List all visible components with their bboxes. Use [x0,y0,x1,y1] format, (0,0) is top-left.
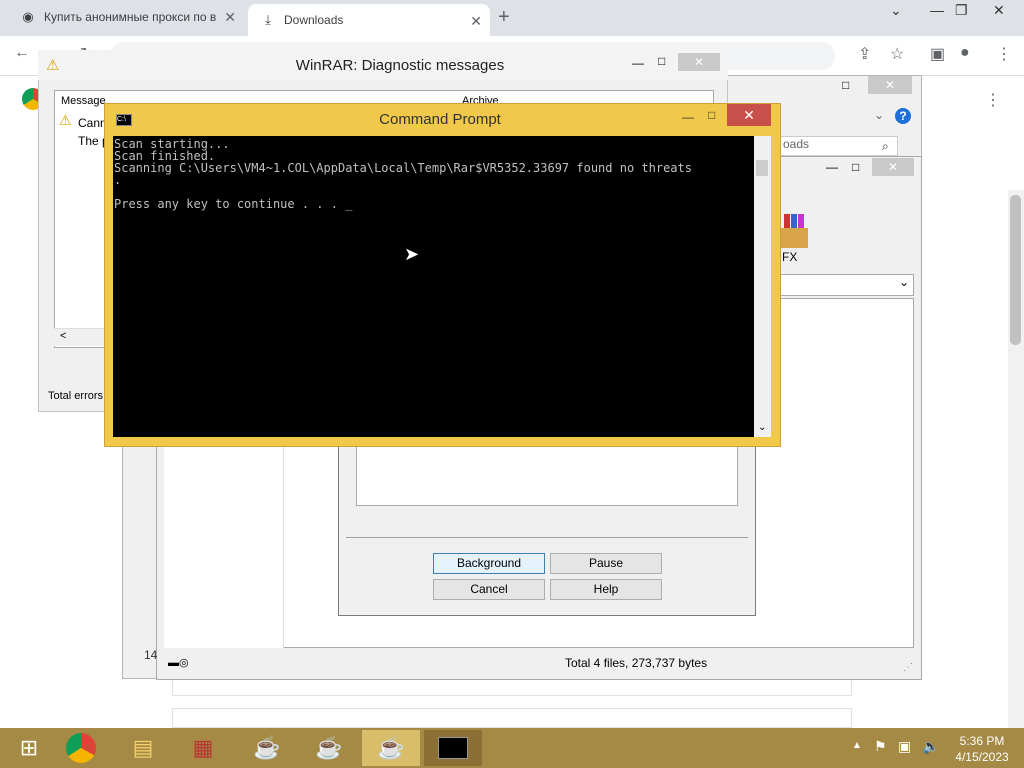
java-icon[interactable]: ☕ [300,730,358,766]
row-warning-icon: ⚠ [59,112,72,128]
chrome-taskbar-icon[interactable] [52,730,110,766]
column-message[interactable]: Message [61,95,106,107]
cmd-taskbar-icon[interactable] [424,730,482,766]
java-icon[interactable]: ☕ [362,730,420,766]
cmd-minimize-icon[interactable]: — [682,110,694,124]
new-tab-button[interactable]: + [498,6,510,29]
inner-maximize-icon[interactable]: □ [852,160,859,174]
tab-label: Купить анонимные прокси по в [44,10,217,24]
total-errors-label: Total errors [48,390,104,402]
background-button[interactable]: Background [433,553,545,574]
page-scrollbar-thumb[interactable] [1010,195,1021,345]
network-icon[interactable]: ▣ [898,738,911,755]
pause-button[interactable]: Pause [550,553,662,574]
proxy-site-icon: ◉ [22,9,34,24]
rar-dropdown-icon[interactable]: ⌄ [874,108,884,122]
rar-path-dropdown[interactable]: ⌄ [778,274,914,296]
bookmark-star-icon[interactable]: ☆ [890,44,904,64]
search-icon[interactable]: ⌕ [882,139,889,154]
maximize-icon[interactable]: ❐ [955,2,968,19]
rar-maximize-icon[interactable]: □ [842,78,849,92]
tab-search-icon[interactable]: ⌄ [890,2,902,19]
tray-overflow-icon[interactable]: ▲ [852,740,862,751]
console-line: Scanning C:\Users\VM4~1.COL\AppData\Loca… [114,161,692,175]
scroll-left-icon[interactable]: < [60,330,66,342]
rar-close-button[interactable]: ✕ [868,76,912,94]
page-menu-icon[interactable]: ⋮ [985,90,1001,110]
back-icon[interactable]: ← [14,44,30,62]
download-card [172,680,852,696]
console-line: Press any key to continue . . . _ [114,197,353,211]
diagnostic-title: WinRAR: Diagnostic messages [295,57,505,74]
minimize-icon[interactable]: — [930,2,944,18]
close-tab-icon[interactable]: ✕ [224,9,236,26]
mouse-cursor-icon: ➤ [404,244,420,264]
rar-search-input[interactable]: oads [778,136,898,156]
start-windows-icon[interactable]: ⊞ [0,730,58,766]
help-icon[interactable]: ? [895,108,911,124]
share-icon[interactable]: ⇪ [858,44,871,64]
system-clock[interactable]: 5:36 PM 4/15/2023 [946,733,1018,765]
inner-close-button[interactable]: ✕ [872,158,914,176]
sfx-books-icon[interactable] [780,214,810,248]
cmd-scroll-thumb[interactable] [756,160,768,176]
cmd-scroll-down-icon[interactable]: ⌄ [758,422,766,433]
diag-minimize-icon[interactable]: — [632,56,644,70]
cmd-title: Command Prompt [379,111,501,128]
cmd-app-icon: C:\ [116,114,132,126]
left-count: 14 [144,648,158,662]
drive-icon[interactable]: ▬◎ [168,656,189,669]
cancel-button[interactable]: Cancel [433,579,545,600]
diag-row-1[interactable]: Cann [78,116,107,130]
action-center-icon[interactable]: ⚑ [874,738,887,755]
tab-label: Downloads [284,13,344,27]
console-line: . [114,173,122,187]
close-window-icon[interactable]: ✕ [993,2,1005,19]
close-tab-icon[interactable]: ✕ [470,13,482,30]
status-total: Total 4 files, 273,737 bytes [565,656,708,670]
winrar-taskbar-icon[interactable]: ▦ [174,730,232,766]
inner-minimize-icon[interactable]: — [826,160,838,174]
file-explorer-icon[interactable]: ▤ [114,730,172,766]
tab-downloads[interactable]: ⤓ Downloads ✕ [248,4,490,36]
clock-time: 5:36 PM [959,734,1005,748]
cmd-close-button[interactable]: ✕ [727,104,771,126]
side-panel-icon[interactable]: ▣ [930,44,945,64]
progress-list [356,440,738,506]
warning-icon: ⚠ [46,57,60,74]
menu-icon[interactable]: ⋮ [996,44,1012,64]
cmd-scrollbar[interactable] [754,136,771,437]
sfx-label: FX [782,250,798,264]
cmd-console[interactable]: Scan starting... Scan finished. Scanning C… [113,136,754,437]
help-button[interactable]: Help [550,579,662,600]
diag-maximize-icon[interactable]: □ [658,54,665,68]
rar-status-bar [164,652,914,674]
profile-icon[interactable]: ● [960,44,970,62]
tab-proxy[interactable]: ◉ Купить анонимные прокси по в ✕ [8,0,244,34]
download-card [172,708,852,728]
diag-close-button[interactable]: ✕ [678,53,720,71]
cmd-maximize-icon[interactable]: □ [708,108,715,122]
clock-date: 4/15/2023 [955,750,1009,764]
java-icon[interactable]: ☕ [238,730,296,766]
resize-grip-icon[interactable]: ⋰ [903,662,913,673]
volume-icon[interactable]: 🔈 [922,738,939,755]
download-icon: ⤓ [265,12,271,27]
divider [346,537,748,538]
